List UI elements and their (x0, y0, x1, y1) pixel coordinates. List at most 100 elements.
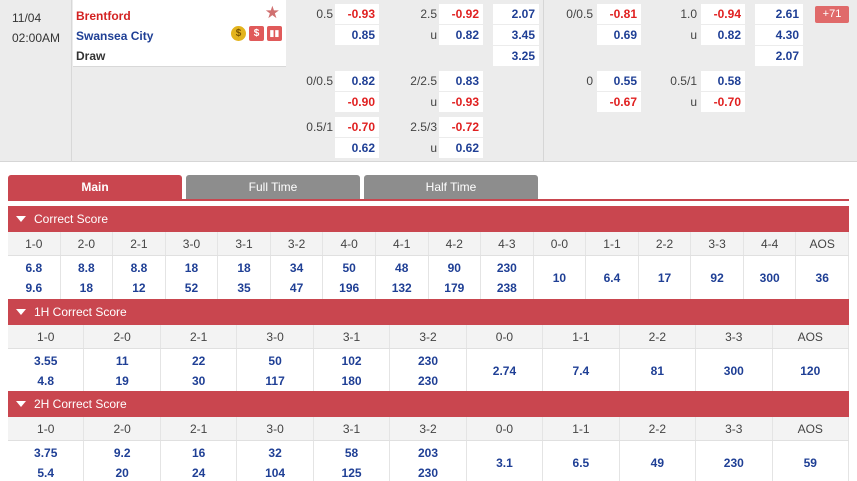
home-score-odds[interactable]: 16 (161, 443, 236, 463)
section-header[interactable]: Correct Score (8, 206, 849, 232)
home-score-odds[interactable]: 50 (323, 258, 375, 278)
under-odds[interactable]: 0.82 (439, 25, 483, 45)
handicap-home-odds[interactable]: -0.93 (335, 4, 379, 24)
coin-icon[interactable]: $ (231, 26, 246, 41)
home-score-odds[interactable]: 230 (481, 258, 533, 278)
home-score-odds[interactable]: 58 (314, 443, 389, 463)
handicap-away-odds[interactable]: -0.90 (335, 92, 379, 112)
handicap-away-odds[interactable]: 0.69 (597, 25, 641, 45)
home-score-odds[interactable]: 8.8 (61, 258, 113, 278)
away-score-odds[interactable]: 30 (161, 371, 236, 391)
tab-main[interactable]: Main (8, 175, 182, 199)
away-score-odds[interactable]: 230 (390, 463, 465, 481)
away-score-odds[interactable]: 117 (237, 371, 312, 391)
over-odds[interactable]: -0.72 (439, 117, 483, 137)
more-markets-badge[interactable]: +71 (815, 6, 849, 23)
home-team[interactable]: Brentford (76, 6, 286, 26)
section-header[interactable]: 2H Correct Score (8, 391, 849, 417)
score-odds[interactable]: 6.5 (543, 453, 618, 473)
score-odds[interactable]: 2.74 (467, 361, 542, 381)
over-odds[interactable]: -0.92 (439, 4, 483, 24)
tab-full-time[interactable]: Full Time (186, 175, 360, 199)
away-score-odds[interactable]: 125 (314, 463, 389, 481)
favorite-star-icon[interactable]: ★ (265, 4, 280, 22)
away-score-odds[interactable]: 24 (161, 463, 236, 481)
score-odds[interactable]: 7.4 (543, 361, 618, 381)
handicap-away-odds[interactable]: -0.67 (597, 92, 641, 112)
handicap-home-odds[interactable]: 0.55 (597, 71, 641, 91)
away-score-odds[interactable]: 47 (271, 278, 323, 298)
home-win-odds[interactable]: 2.61 (755, 4, 803, 24)
away-win-odds[interactable]: 3.45 (493, 25, 539, 45)
score-odds[interactable]: 120 (773, 361, 848, 381)
home-score-odds[interactable]: 9.2 (84, 443, 159, 463)
away-score-odds[interactable]: 12 (113, 278, 165, 298)
home-score-odds[interactable]: 102 (314, 351, 389, 371)
handicap-home-odds[interactable]: -0.81 (597, 4, 641, 24)
chart-icon[interactable]: ▮▮ (267, 26, 282, 41)
home-score-odds[interactable]: 8.8 (113, 258, 165, 278)
under-odds[interactable]: -0.70 (701, 92, 745, 112)
dollar-icon[interactable]: $ (249, 26, 264, 41)
score-odds[interactable]: 92 (691, 268, 743, 288)
away-score-odds[interactable]: 9.6 (8, 278, 60, 298)
under-odds[interactable]: -0.93 (439, 92, 483, 112)
under-odds[interactable]: 0.62 (439, 138, 483, 158)
draw-odds[interactable]: 3.25 (493, 46, 539, 66)
tab-half-time[interactable]: Half Time (364, 175, 538, 199)
score-odds[interactable]: 10 (534, 268, 586, 288)
away-score-odds[interactable]: 196 (323, 278, 375, 298)
home-win-odds[interactable]: 2.07 (493, 4, 539, 24)
away-score-odds[interactable]: 52 (166, 278, 218, 298)
home-score-odds[interactable]: 6.8 (8, 258, 60, 278)
away-win-odds[interactable]: 4.30 (755, 25, 803, 45)
home-score-odds[interactable]: 48 (376, 258, 428, 278)
away-score-odds[interactable]: 180 (314, 371, 389, 391)
away-score-odds[interactable]: 179 (429, 278, 481, 298)
away-score-odds[interactable]: 18 (61, 278, 113, 298)
home-score-odds[interactable]: 230 (390, 351, 465, 371)
away-score-odds[interactable]: 35 (218, 278, 270, 298)
home-score-odds[interactable]: 90 (429, 258, 481, 278)
home-score-odds[interactable]: 22 (161, 351, 236, 371)
away-score-odds[interactable]: 230 (390, 371, 465, 391)
home-score-odds[interactable]: 11 (84, 351, 159, 371)
home-score-odds[interactable]: 3.75 (8, 443, 83, 463)
away-score-odds[interactable]: 104 (237, 463, 312, 481)
score-odds[interactable]: 36 (796, 268, 848, 288)
over-odds[interactable]: 0.58 (701, 71, 745, 91)
away-score-odds[interactable]: 20 (84, 463, 159, 481)
home-score-odds[interactable]: 18 (166, 258, 218, 278)
under-odds[interactable]: 0.82 (701, 25, 745, 45)
score-odds[interactable]: 49 (620, 453, 695, 473)
away-score-odds[interactable]: 238 (481, 278, 533, 298)
score-odds[interactable]: 81 (620, 361, 695, 381)
score-odds[interactable]: 17 (639, 268, 691, 288)
score-odds[interactable]: 300 (696, 361, 771, 381)
handicap-away-odds[interactable]: 0.62 (335, 138, 379, 158)
over-odds[interactable]: -0.94 (701, 4, 745, 24)
away-score-odds[interactable]: 132 (376, 278, 428, 298)
handicap-home-odds[interactable]: -0.70 (335, 117, 379, 137)
home-score-odds[interactable]: 3.55 (8, 351, 83, 371)
score-odds[interactable]: 59 (773, 453, 848, 473)
home-score-odds[interactable]: 18 (218, 258, 270, 278)
collapse-caret-icon[interactable] (16, 400, 26, 407)
collapse-caret-icon[interactable] (16, 215, 26, 222)
home-score-odds[interactable]: 203 (390, 443, 465, 463)
handicap-home-odds[interactable]: 0.82 (335, 71, 379, 91)
draw-odds[interactable]: 2.07 (755, 46, 803, 66)
home-score-odds[interactable]: 50 (237, 351, 312, 371)
away-score-odds[interactable]: 4.8 (8, 371, 83, 391)
away-score-odds[interactable]: 5.4 (8, 463, 83, 481)
score-odds[interactable]: 300 (744, 268, 796, 288)
score-odds[interactable]: 230 (696, 453, 771, 473)
handicap-away-odds[interactable]: 0.85 (335, 25, 379, 45)
away-score-odds[interactable]: 19 (84, 371, 159, 391)
score-odds[interactable]: 6.4 (586, 268, 638, 288)
section-header[interactable]: 1H Correct Score (8, 299, 849, 325)
home-score-odds[interactable]: 34 (271, 258, 323, 278)
collapse-caret-icon[interactable] (16, 308, 26, 315)
over-odds[interactable]: 0.83 (439, 71, 483, 91)
score-odds[interactable]: 3.1 (467, 453, 542, 473)
